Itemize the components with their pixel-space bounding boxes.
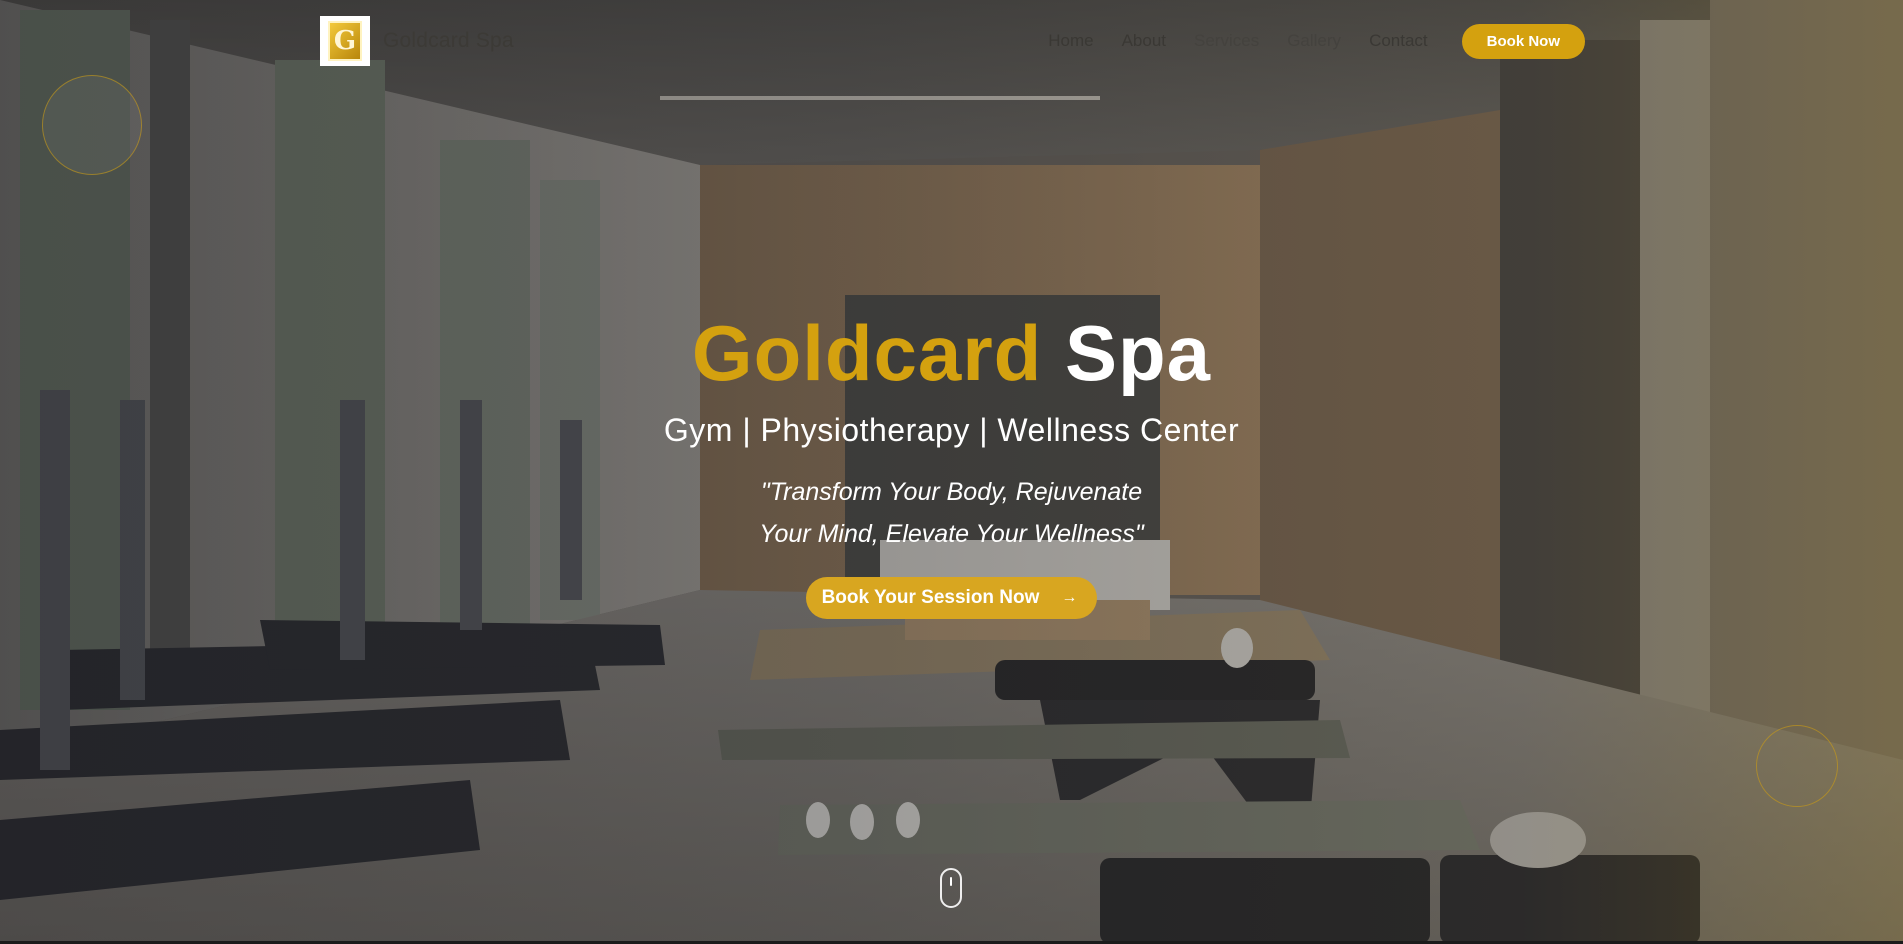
hero-title-gold: Goldcard xyxy=(691,309,1043,397)
arrow-right-icon: → xyxy=(1061,589,1078,606)
mouse-scroll-icon[interactable] xyxy=(940,868,962,908)
book-session-button[interactable]: Book Your Session Now → xyxy=(805,577,1098,619)
decorative-circle-right xyxy=(1756,725,1838,807)
nav-links: Home About Services Gallery Contact Book… xyxy=(1048,23,1585,59)
book-now-button[interactable]: Book Now xyxy=(1461,23,1585,59)
scroll-wheel xyxy=(950,877,952,886)
tagline-line-1: "Transform Your Body, Rejuvenate xyxy=(760,478,1143,506)
logo-letter: G xyxy=(333,26,357,56)
hero-section: G Goldcard Spa Home About Services Galle… xyxy=(0,0,1903,944)
logo[interactable]: G xyxy=(320,16,370,66)
nav-link-about[interactable]: About xyxy=(1122,31,1166,51)
nav-link-contact[interactable]: Contact xyxy=(1369,31,1428,51)
tagline-line-2: Your Mind, Elevate Your Wellness" xyxy=(759,520,1144,548)
brand-name[interactable]: Goldcard Spa xyxy=(383,29,514,53)
nav-link-home[interactable]: Home xyxy=(1048,31,1093,51)
hero-content: Goldcard Spa Gym | Physiotherapy | Welln… xyxy=(0,308,1903,619)
hero-title: Goldcard Spa xyxy=(0,308,1903,398)
nav-link-services[interactable]: Services xyxy=(1194,31,1259,51)
nav-link-gallery[interactable]: Gallery xyxy=(1287,31,1341,51)
gold-g-logo-icon: G xyxy=(328,21,362,61)
cta-label: Book Your Session Now xyxy=(821,587,1040,608)
top-navigation: G Goldcard Spa Home About Services Galle… xyxy=(320,16,1585,66)
hero-subtitle: Gym | Physiotherapy | Wellness Center xyxy=(663,412,1240,448)
hero-tagline: "Transform Your Body, Rejuvenate Your Mi… xyxy=(0,471,1903,555)
hero-title-white: Spa xyxy=(1065,309,1212,397)
decorative-circle-left xyxy=(42,75,142,175)
